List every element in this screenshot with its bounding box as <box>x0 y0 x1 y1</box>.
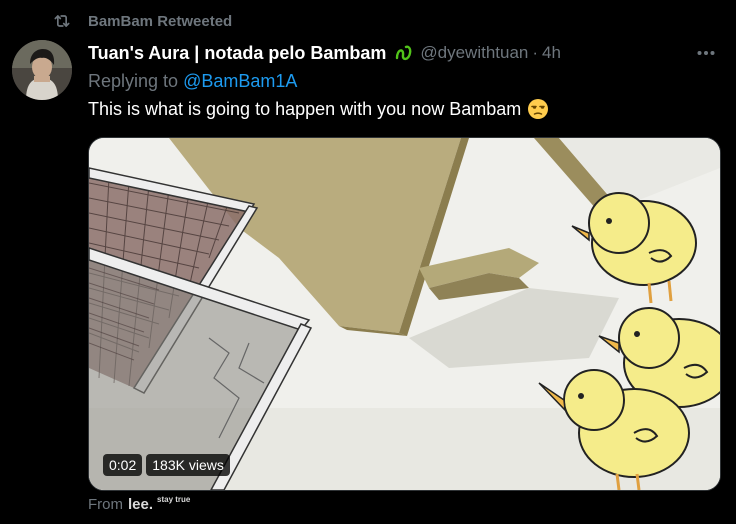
tweet-text-content: This is what is going to happen with you… <box>88 98 522 119</box>
video-overlay: 0:02 183K views <box>103 454 230 476</box>
video-duration: 0:02 <box>103 454 143 476</box>
separator-dot: · <box>532 43 539 62</box>
tweet[interactable]: BamBam Retweeted Tuan's Aura | notada pe… <box>0 0 736 524</box>
more-button[interactable] <box>694 40 718 64</box>
reply-mention-link[interactable]: @BamBam1A <box>183 71 297 91</box>
replying-to: Replying to @BamBam1A <box>88 71 297 92</box>
retweet-context: BamBam Retweeted <box>52 10 232 32</box>
tweet-header: Tuan's Aura | notada pelo Bambam @dyewit… <box>88 40 720 66</box>
retweet-label[interactable]: BamBam Retweeted <box>88 13 232 30</box>
tweet-timestamp[interactable]: 4h <box>542 43 561 63</box>
sprout-icon <box>394 43 414 63</box>
author-handle[interactable]: @dyewithtuan <box>420 43 528 63</box>
more-horizontal-icon <box>697 43 715 61</box>
display-name[interactable]: Tuan's Aura | notada pelo Bambam <box>88 43 386 64</box>
source-app-name[interactable]: lee. <box>128 496 153 513</box>
video-frame <box>89 138 720 490</box>
tweet-text: This is what is going to happen with you… <box>88 98 549 120</box>
replying-prefix: Replying to <box>88 71 179 91</box>
video-view-count: 183K views <box>146 454 230 476</box>
unamused-face-emoji <box>527 98 549 120</box>
source-prefix: From <box>88 496 123 513</box>
video-player[interactable]: 0:02 183K views <box>88 137 721 491</box>
source-label: From lee. stay true <box>88 495 191 513</box>
source-tag: stay true <box>157 495 191 504</box>
avatar[interactable] <box>12 40 72 100</box>
retweet-icon <box>52 11 72 31</box>
